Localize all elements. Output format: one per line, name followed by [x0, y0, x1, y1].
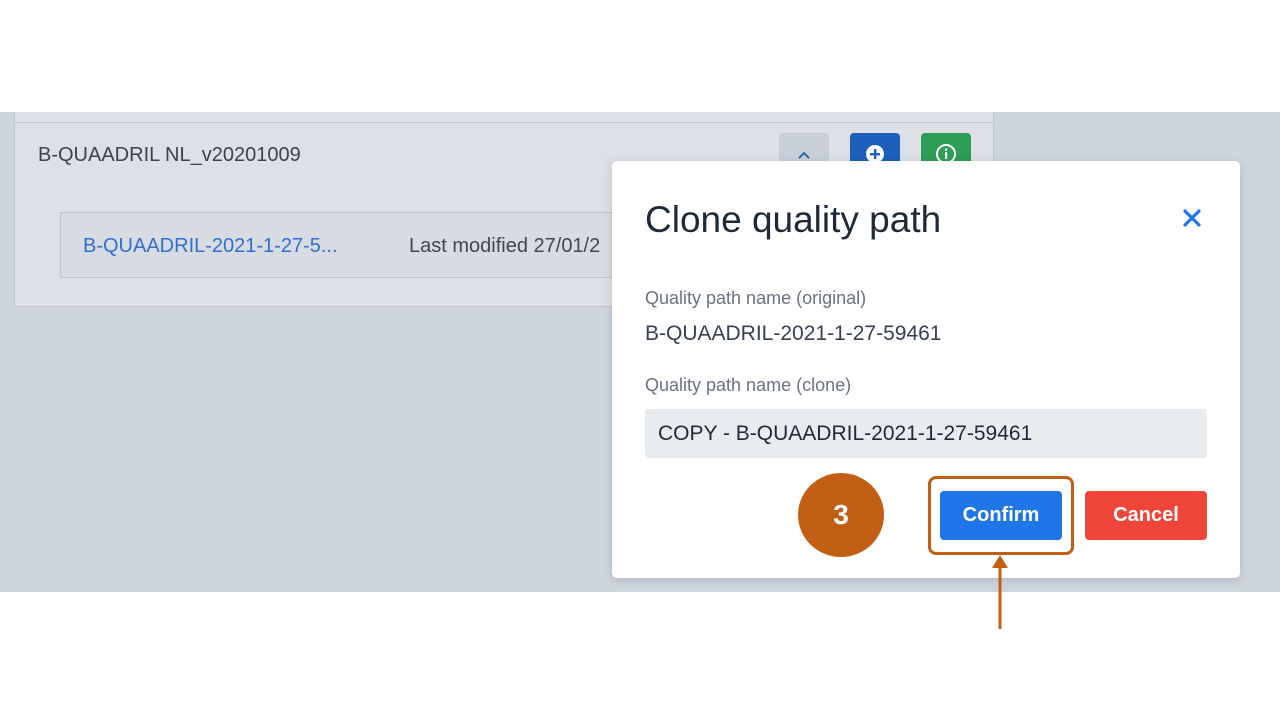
close-button[interactable]	[1177, 205, 1207, 235]
pointer-arrow-icon	[992, 555, 1008, 629]
step-badge: 3	[798, 473, 884, 557]
clone-name-input[interactable]	[645, 409, 1207, 458]
clone-quality-path-dialog: Clone quality path Quality path name (or…	[612, 161, 1240, 578]
dialog-title: Clone quality path	[645, 199, 942, 240]
panel-divider	[15, 122, 993, 123]
cancel-button[interactable]: Cancel	[1085, 491, 1207, 540]
last-modified-text: Last modified 27/01/2	[409, 235, 601, 257]
group-title: B-QUAADRIL NL_v20201009	[38, 144, 301, 166]
original-name-label: Quality path name (original)	[645, 288, 867, 308]
quality-path-link[interactable]: B-QUAADRIL-2021-1-27-5...	[83, 235, 338, 258]
close-icon	[1182, 208, 1202, 233]
clone-name-label: Quality path name (clone)	[645, 375, 852, 395]
confirm-highlight-box	[928, 476, 1074, 555]
original-name-value: B-QUAADRIL-2021-1-27-59461	[645, 322, 942, 345]
